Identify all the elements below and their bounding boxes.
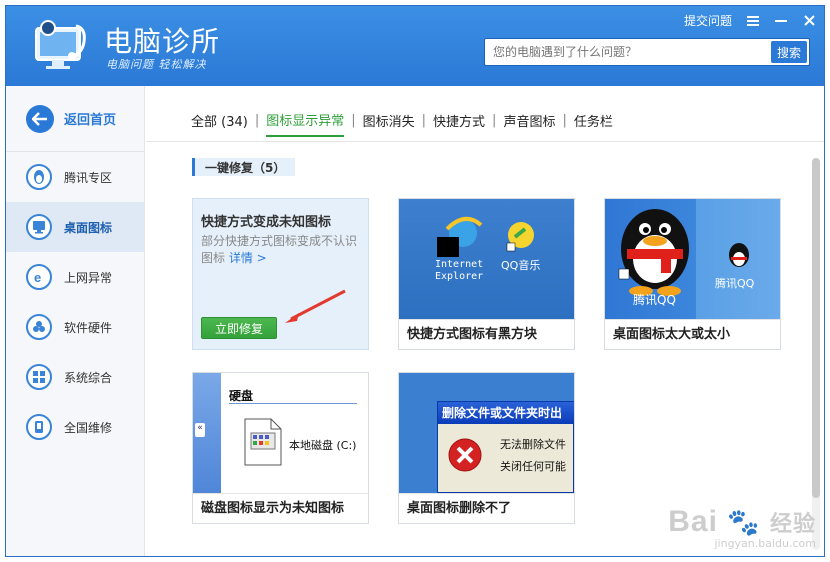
back-home-button[interactable]: 返回首页 bbox=[6, 86, 144, 152]
tab-sound-icon[interactable]: 声音图标 bbox=[503, 111, 555, 136]
monitor-icon bbox=[26, 214, 52, 240]
sidebar-item-software-hardware[interactable]: 软件硬件 bbox=[6, 302, 144, 352]
harddisk-header: 硬盘 bbox=[229, 389, 254, 403]
fix-card-description: 部分快捷方式图标变成不认识图标 详情 > bbox=[201, 233, 363, 267]
tab-divider bbox=[146, 141, 824, 142]
search-button[interactable]: 搜索 bbox=[771, 41, 807, 63]
desktop-shortcuts-image bbox=[437, 217, 534, 257]
ie-label-line2: Explorer bbox=[435, 271, 484, 282]
main-content: 全部 (34) | 图标显示异常 | 图标消失 | 快捷方式 | 声音图标 | … bbox=[146, 86, 824, 556]
section-title: 一键修复（5） bbox=[192, 158, 296, 176]
tab-separator: | bbox=[421, 113, 427, 128]
qq-small-label: 腾讯QQ bbox=[715, 277, 755, 290]
card-caption: 桌面图标太大或太小 bbox=[605, 319, 780, 349]
watermark-brand: Bai 🐾 经验 bbox=[668, 505, 816, 539]
search-input[interactable] bbox=[485, 39, 769, 65]
fix-now-button[interactable]: 立即修复 bbox=[201, 317, 277, 339]
back-home-label: 返回首页 bbox=[64, 113, 117, 128]
dialog-line-1: 无法删除文件 bbox=[500, 438, 566, 451]
paw-icon: 🐾 bbox=[727, 507, 761, 537]
sidebar: 返回首页 腾讯专区 桌面图标 e 上网异常 软件硬件 系统综合 全国维修 bbox=[6, 86, 145, 556]
category-tabs: 全部 (34) | 图标显示异常 | 图标消失 | 快捷方式 | 声音图标 | … bbox=[191, 110, 613, 137]
sidebar-item-repair[interactable]: 全国维修 bbox=[6, 402, 144, 452]
issue-card[interactable]: Internet Explorer QQ音乐 快捷方式图标有黑方块 bbox=[398, 198, 575, 350]
sidebar-item-system[interactable]: 系统综合 bbox=[6, 352, 144, 402]
penguin-icon bbox=[26, 164, 52, 190]
error-x-icon bbox=[448, 438, 482, 472]
scrollbar[interactable] bbox=[812, 158, 820, 550]
header: 电脑诊所 电脑问题 轻松解决 提交问题 搜索 bbox=[6, 6, 824, 86]
fix-card-title: 快捷方式变成未知图标 bbox=[201, 215, 332, 230]
card-thumbnail: Internet Explorer QQ音乐 bbox=[399, 199, 574, 319]
card-caption: 磁盘图标显示为未知图标 bbox=[193, 493, 368, 523]
tab-icon-missing[interactable]: 图标消失 bbox=[363, 111, 415, 136]
local-disk-label: 本地磁盘 (C:) bbox=[289, 439, 357, 452]
card-thumbnail: 腾讯QQ 腾讯QQ bbox=[605, 199, 780, 319]
tab-separator: | bbox=[562, 113, 567, 128]
feedback-link[interactable]: 提交问题 bbox=[684, 12, 732, 29]
ie-label-line1: Internet bbox=[435, 259, 484, 270]
issue-card[interactable]: 删除文件或文件夹时出 无法删除文件 关闭任何可能 桌面图标删除不了 bbox=[398, 372, 575, 524]
app-title: 电脑诊所 bbox=[104, 25, 221, 58]
details-link[interactable]: 详情 > bbox=[229, 251, 267, 265]
sidebar-item-label: 全国维修 bbox=[64, 420, 113, 435]
internet-explorer-icon: e bbox=[26, 264, 52, 290]
tab-separator: | bbox=[351, 113, 356, 128]
sidebar-item-label: 腾讯专区 bbox=[64, 170, 113, 185]
issue-card[interactable]: « 硬盘 本地磁盘 (C:) 磁盘图标显示为未知图标 bbox=[192, 372, 369, 524]
watermark-brand-text: Bai bbox=[668, 505, 718, 538]
tab-separator: | bbox=[492, 113, 497, 128]
card-caption: 桌面图标删除不了 bbox=[399, 493, 574, 523]
card-thumbnail: 删除文件或文件夹时出 无法删除文件 关闭任何可能 bbox=[399, 373, 574, 493]
puzzle-icon bbox=[26, 314, 52, 340]
minimize-icon[interactable] bbox=[774, 14, 788, 28]
watermark-brand-suffix: 经验 bbox=[769, 511, 816, 536]
sidebar-item-label: 上网异常 bbox=[64, 270, 113, 285]
tab-shortcuts[interactable]: 快捷方式 bbox=[433, 111, 485, 136]
sidebar-item-label: 系统综合 bbox=[64, 370, 113, 385]
expand-icon: « bbox=[195, 423, 205, 437]
header-underline bbox=[229, 403, 357, 404]
sidebar-item-label: 桌面图标 bbox=[64, 220, 113, 235]
arrow-pointer-icon bbox=[285, 289, 346, 323]
app-window: 电脑诊所 电脑问题 轻松解决 提交问题 搜索 返回首页 bbox=[5, 5, 825, 557]
windows-icon bbox=[26, 364, 52, 390]
close-icon[interactable] bbox=[802, 14, 816, 28]
search-box: 搜索 bbox=[484, 38, 810, 66]
app-slogan: 电脑问题 轻松解决 bbox=[106, 58, 207, 71]
card-caption: 快捷方式图标有黑方块 bbox=[399, 319, 574, 349]
qq-large-label: 腾讯QQ bbox=[633, 293, 676, 307]
qq-music-label: QQ音乐 bbox=[501, 259, 541, 272]
phone-icon bbox=[26, 414, 52, 440]
fix-card[interactable]: 快捷方式变成未知图标 部分快捷方式图标变成不认识图标 详情 > 立即修复 bbox=[192, 198, 369, 350]
tab-separator: | bbox=[254, 113, 260, 128]
sidebar-item-label: 软件硬件 bbox=[64, 320, 113, 335]
unknown-file-icon bbox=[244, 418, 282, 466]
top-actions: 提交问题 bbox=[684, 12, 816, 29]
baidu-jingyan-watermark: Bai 🐾 经验 jingyan.baidu.com bbox=[668, 505, 816, 550]
dialog-title: 删除文件或文件夹时出 bbox=[438, 402, 574, 424]
svg-text:e: e bbox=[34, 270, 41, 284]
sidebar-item-desktop-icons[interactable]: 桌面图标 bbox=[6, 202, 144, 252]
error-dialog: 删除文件或文件夹时出 无法删除文件 关闭任何可能 bbox=[437, 401, 574, 493]
sidebar-item-tencent[interactable]: 腾讯专区 bbox=[6, 152, 144, 202]
tab-taskbar[interactable]: 任务栏 bbox=[574, 111, 613, 136]
dialog-line-2: 关闭任何可能 bbox=[500, 460, 566, 473]
menu-icon[interactable] bbox=[746, 14, 760, 28]
tab-icon-display-error[interactable]: 图标显示异常 bbox=[266, 110, 345, 137]
app-logo-icon bbox=[35, 20, 86, 69]
issue-card[interactable]: 腾讯QQ 腾讯QQ 桌面图标太大或太小 bbox=[604, 198, 781, 350]
card-thumbnail: « 硬盘 本地磁盘 (C:) bbox=[193, 373, 368, 493]
qq-penguin-image bbox=[618, 209, 749, 296]
fix-card-desc-text: 部分快捷方式图标变成不认识图标 bbox=[201, 234, 358, 265]
arrow-left-icon bbox=[26, 104, 54, 133]
sidebar-item-internet[interactable]: e 上网异常 bbox=[6, 252, 144, 302]
scrollbar-thumb[interactable] bbox=[812, 158, 820, 498]
tab-all[interactable]: 全部 (34) bbox=[191, 111, 248, 136]
